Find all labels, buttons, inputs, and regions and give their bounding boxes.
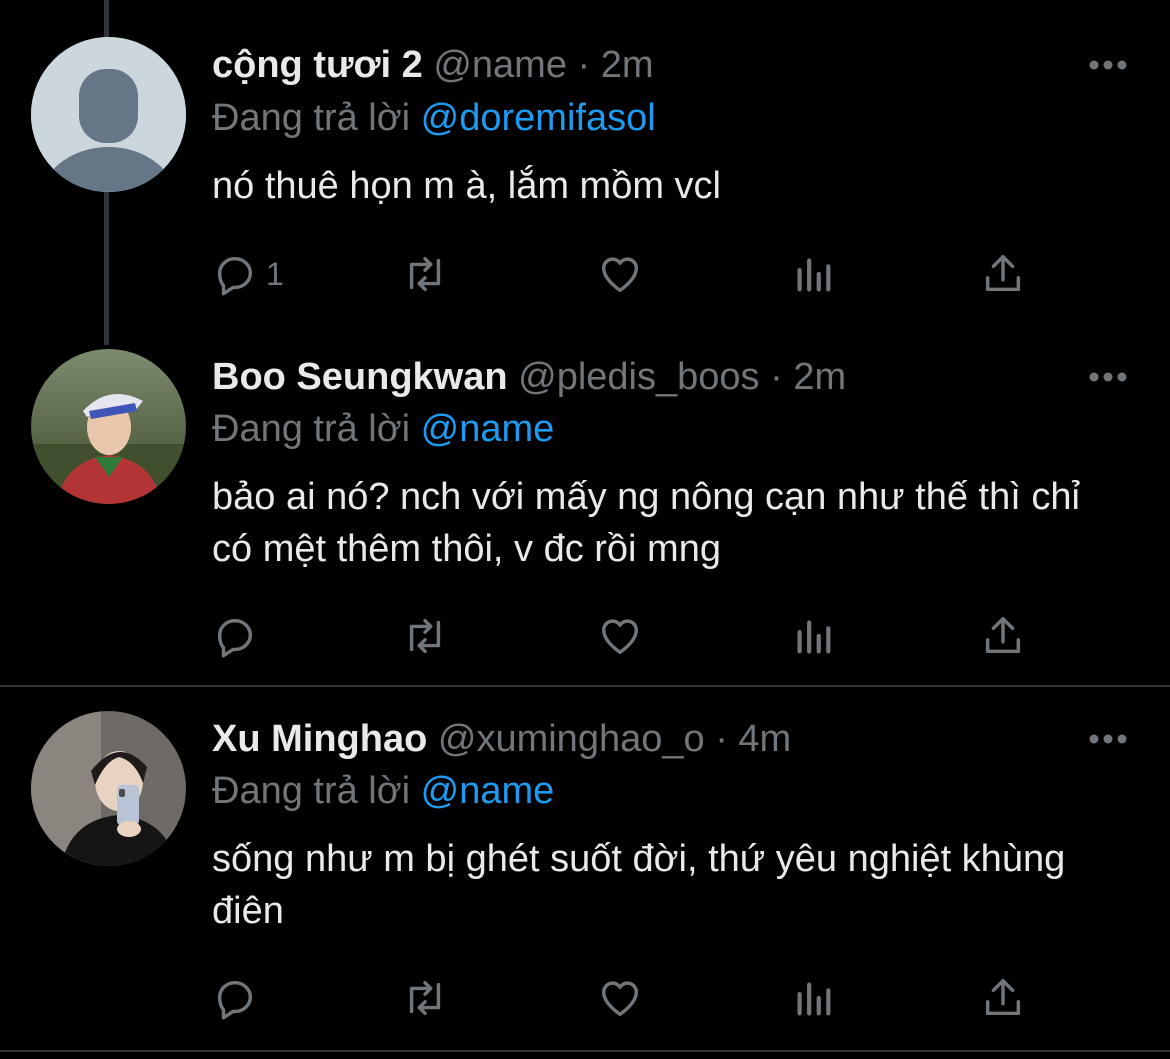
tweet-actions: 1 bbox=[212, 246, 1032, 302]
tweet-text: bảo ai nó? nch với mấy ng nông cạn như t… bbox=[212, 476, 1080, 570]
retweet-button[interactable] bbox=[402, 608, 448, 664]
replying-label: Đang trả lời bbox=[212, 97, 411, 139]
reply-button[interactable] bbox=[212, 608, 266, 664]
replying-to: Đang trả lời @name bbox=[212, 769, 554, 813]
separator-dot: · bbox=[715, 718, 728, 760]
replying-to: Đang trả lời @doremifasol bbox=[212, 96, 656, 140]
tweet[interactable]: cộng tươi 2 @name · 2m Đang trả lời @dor… bbox=[0, 0, 1170, 345]
display-name[interactable]: Boo Seungkwan bbox=[212, 356, 508, 398]
tweet-header: Xu Minghao @xuminghao_o · 4m bbox=[212, 717, 791, 761]
heart-icon bbox=[601, 257, 639, 293]
reply-button[interactable]: 1 bbox=[212, 246, 284, 302]
more-options-icon[interactable] bbox=[1086, 729, 1130, 749]
analytics-icon bbox=[797, 620, 831, 654]
analytics-button[interactable] bbox=[790, 608, 836, 664]
user-handle[interactable]: @xuminghao_o bbox=[438, 718, 705, 760]
user-handle[interactable]: @pledis_boos bbox=[518, 356, 759, 398]
share-button[interactable] bbox=[980, 246, 1026, 302]
more-options-icon[interactable] bbox=[1086, 367, 1130, 387]
more-options-icon[interactable] bbox=[1086, 55, 1130, 75]
share-icon bbox=[985, 979, 1021, 1016]
tweet-text: sống như m bị ghét suốt đời, thứ yêu ngh… bbox=[212, 838, 1066, 932]
user-handle[interactable]: @name bbox=[433, 44, 567, 86]
mention-link[interactable]: @name bbox=[421, 770, 555, 812]
retweet-icon bbox=[409, 618, 441, 654]
retweet-icon bbox=[409, 980, 441, 1016]
retweet-icon bbox=[409, 256, 441, 292]
tweet[interactable]: Boo Seungkwan @pledis_boos · 2m Đang trả… bbox=[0, 345, 1170, 685]
timestamp[interactable]: 2m bbox=[793, 356, 846, 398]
timestamp[interactable]: 4m bbox=[738, 718, 791, 760]
replying-to: Đang trả lời @name bbox=[212, 407, 554, 451]
reply-icon bbox=[217, 980, 253, 1020]
display-name[interactable]: Xu Minghao bbox=[212, 718, 427, 760]
heart-icon bbox=[601, 619, 639, 655]
user-photo bbox=[31, 711, 186, 866]
tweet-actions bbox=[212, 608, 1032, 664]
like-button[interactable] bbox=[597, 970, 643, 1026]
reply-count: 1 bbox=[266, 255, 284, 292]
reply-icon bbox=[217, 256, 253, 296]
retweet-button[interactable] bbox=[402, 970, 448, 1026]
separator-dot: · bbox=[577, 44, 591, 86]
tweet-header: cộng tươi 2 @name · 2m bbox=[212, 43, 654, 87]
default-avatar-icon bbox=[31, 37, 186, 192]
avatar[interactable] bbox=[31, 711, 186, 866]
analytics-icon bbox=[797, 258, 831, 292]
timestamp[interactable]: 2m bbox=[601, 44, 654, 86]
reply-button[interactable] bbox=[212, 970, 266, 1026]
avatar[interactable] bbox=[31, 349, 186, 504]
share-button[interactable] bbox=[980, 970, 1026, 1026]
tweet-header: Boo Seungkwan @pledis_boos · 2m bbox=[212, 355, 846, 399]
avatar[interactable] bbox=[31, 37, 186, 192]
retweet-button[interactable] bbox=[402, 246, 448, 302]
like-button[interactable] bbox=[597, 246, 643, 302]
mention-link[interactable]: @name bbox=[421, 408, 555, 450]
tweet-text: nó thuê họn m à, lắm mồm vcl bbox=[212, 165, 721, 207]
reply-icon bbox=[217, 618, 253, 658]
replying-label: Đang trả lời bbox=[212, 408, 411, 450]
heart-icon bbox=[601, 981, 639, 1017]
user-photo bbox=[31, 349, 186, 504]
analytics-icon bbox=[797, 982, 831, 1016]
tweet[interactable]: Xu Minghao @xuminghao_o · 4m Đang trả lờ… bbox=[0, 687, 1170, 1047]
share-icon bbox=[985, 617, 1021, 654]
tweet-divider bbox=[0, 1050, 1170, 1052]
analytics-button[interactable] bbox=[790, 970, 836, 1026]
display-name[interactable]: cộng tươi 2 bbox=[212, 44, 423, 86]
mention-link[interactable]: @doremifasol bbox=[421, 97, 656, 139]
analytics-button[interactable] bbox=[790, 246, 836, 302]
share-button[interactable] bbox=[980, 608, 1026, 664]
share-icon bbox=[985, 255, 1021, 292]
tweet-actions bbox=[212, 970, 1032, 1026]
like-button[interactable] bbox=[597, 608, 643, 664]
replying-label: Đang trả lời bbox=[212, 770, 411, 812]
separator-dot: · bbox=[770, 356, 783, 398]
